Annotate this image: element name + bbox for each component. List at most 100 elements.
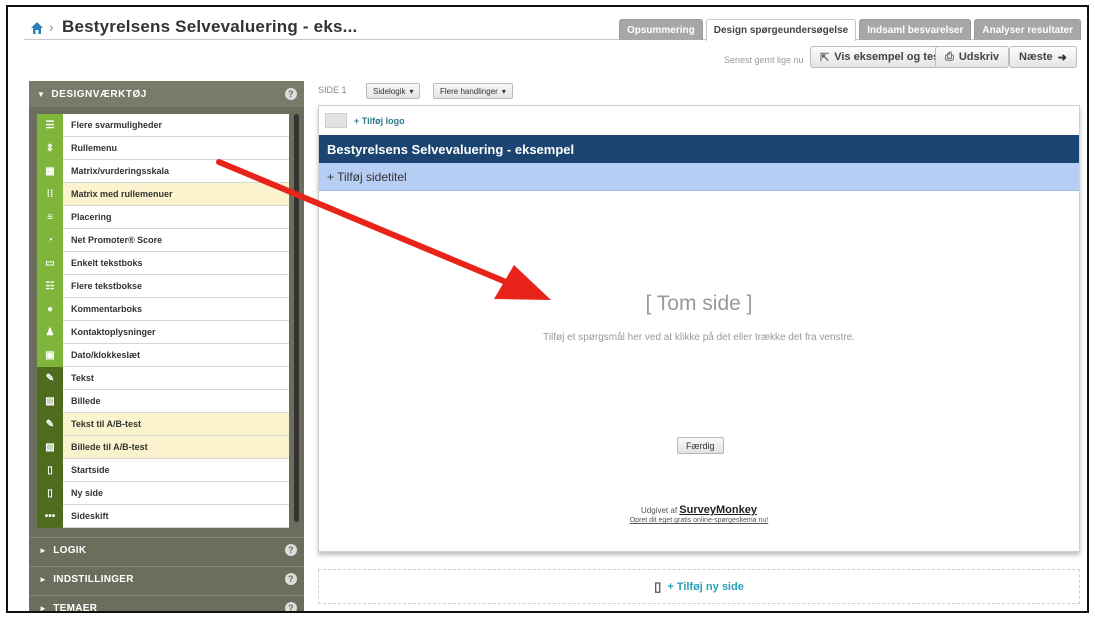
chevron-down-icon: ▾ — [501, 86, 506, 96]
tool-contact-info[interactable]: ♟ Kontaktoplysninger — [37, 320, 289, 344]
tool-label: Net Promoter® Score — [71, 235, 163, 245]
page-logic-label: Sidelogik — [373, 86, 406, 96]
ellipsis-icon: ••• — [37, 504, 63, 528]
tool-ranking[interactable]: ≡ Placering — [37, 205, 289, 229]
section-label: LOGIK — [53, 544, 87, 556]
tab-analyze-results[interactable]: Analyser resultater — [974, 19, 1081, 40]
tool-image-ab-test[interactable]: ▨ Billede til A/B-test — [37, 435, 289, 459]
add-new-page-label: + Tilføj ny side — [667, 580, 744, 593]
surveymonkey-link[interactable]: SurveyMonkey — [679, 504, 757, 516]
tool-comment-box[interactable]: ● Kommentarboks — [37, 297, 289, 321]
tool-label: Tekst — [71, 373, 94, 383]
page-title: Bestyrelsens Selvevaluering - eks... — [62, 17, 358, 36]
edit-icon: ✎ — [37, 412, 63, 436]
gauge-icon: ◔ — [37, 228, 63, 252]
tool-label: Matrix med rullemenuer — [71, 189, 173, 199]
section-themes[interactable]: ► TEMAER ? — [29, 595, 304, 613]
tab-design-survey[interactable]: Design spørgeundersøgelse — [705, 19, 857, 41]
tool-text[interactable]: ✎ Tekst — [37, 366, 289, 390]
image-icon: ▨ — [37, 389, 63, 413]
done-button[interactable]: Færdig — [677, 437, 724, 454]
add-logo-link[interactable]: + Tilføj logo — [354, 116, 405, 126]
arrow-right-icon: ➜ — [1057, 51, 1067, 64]
tab-summary[interactable]: Opsummering — [618, 19, 703, 40]
add-new-page-button[interactable]: ▯ + Tilføj ny side — [318, 569, 1080, 604]
tool-text-ab-test[interactable]: ✎ Tekst til A/B-test — [37, 412, 289, 436]
comment-icon: ● — [37, 297, 63, 321]
tool-label: Sideskift — [71, 511, 109, 521]
help-icon[interactable]: ? — [285, 88, 297, 100]
tool-page-break[interactable]: ••• Sideskift — [37, 504, 289, 528]
print-label: Udskriv — [958, 51, 1000, 63]
tab-collect-responses[interactable]: Indsaml besvarelser — [859, 19, 972, 40]
breadcrumb-separator: › — [49, 19, 54, 35]
tool-multiple-textboxes[interactable]: ☷ Flere tekstbokse — [37, 274, 289, 298]
next-button[interactable]: Næste ➜ — [1009, 46, 1077, 68]
section-settings[interactable]: ► INDSTILLINGER ? — [29, 566, 304, 591]
tool-label: Billede til A/B-test — [71, 442, 148, 452]
tool-net-promoter-score[interactable]: ◔ Net Promoter® Score — [37, 228, 289, 252]
empty-page-hint: Tilføj et spørgsmål her ved at klikke på… — [543, 332, 855, 343]
tool-label: Kommentarboks — [71, 304, 143, 314]
tool-label: Tekst til A/B-test — [71, 419, 142, 429]
textbox-icon: ▭ — [37, 251, 63, 275]
section-logic[interactable]: ► LOGIK ? — [29, 537, 304, 562]
grid-icon: ▦ — [37, 159, 63, 183]
tool-label: Enkelt tekstboks — [71, 258, 143, 268]
question-type-list: ☰ Flere svarmuligheder ⇕ Rullemenu ▦ Mat… — [37, 113, 289, 528]
help-icon[interactable]: ? — [285, 602, 297, 611]
preview-test-label: Vis eksempel og test — [834, 51, 943, 63]
section-label: TEMAER — [53, 602, 98, 613]
design-tools-panel: ▼ DESIGNVÆRKTØJ ? ☰ Flere svarmuligheder… — [29, 81, 304, 613]
more-actions-label: Flere handlinger — [440, 86, 498, 96]
help-icon[interactable]: ? — [285, 544, 297, 556]
tool-matrix-rating[interactable]: ▦ Matrix/vurderingsskala — [37, 159, 289, 183]
logo-row: + Tilføj logo — [319, 106, 1079, 135]
page-icon: ▯ — [37, 458, 63, 482]
more-actions-button[interactable]: Flere handlinger ▾ — [433, 83, 513, 99]
tool-date-time[interactable]: ▣ Dato/klokkeslæt — [37, 343, 289, 367]
published-by: Udgivet af SurveyMonkey — [319, 504, 1079, 516]
print-button[interactable]: ⎙ Udskriv — [935, 46, 1010, 68]
survey-title-bar[interactable]: Bestyrelsens Selvevaluering - eksempel — [319, 135, 1079, 163]
tool-label: Billede — [71, 396, 101, 406]
calendar-icon: ▣ — [37, 343, 63, 367]
tool-image[interactable]: ▨ Billede — [37, 389, 289, 413]
section-label: INDSTILLINGER — [53, 573, 134, 585]
create-own-survey-link[interactable]: Opret dit eget gratis online-spørgeskema… — [319, 517, 1079, 524]
image-icon: ▨ — [37, 435, 63, 459]
textboxes-icon: ☷ — [37, 274, 63, 298]
page-logic-button[interactable]: Sidelogik ▾ — [366, 83, 421, 99]
tool-start-page[interactable]: ▯ Startside — [37, 458, 289, 482]
tool-label: Dato/klokkeslæt — [71, 350, 141, 360]
tool-new-page[interactable]: ▯ Ny side — [37, 481, 289, 505]
external-link-icon: ⇱ — [820, 51, 830, 64]
matrix-dropdown-icon: ⁞⁞ — [37, 182, 63, 206]
home-icon[interactable] — [30, 21, 44, 35]
tool-label: Flere svarmuligheder — [71, 120, 163, 130]
list-icon: ☰ — [37, 113, 63, 137]
tool-multiple-choice[interactable]: ☰ Flere svarmuligheder — [37, 113, 289, 137]
next-label: Næste — [1019, 51, 1053, 63]
tool-single-textbox[interactable]: ▭ Enkelt tekstboks — [37, 251, 289, 275]
tool-label: Startside — [71, 465, 110, 475]
help-icon[interactable]: ? — [285, 573, 297, 585]
ranking-icon: ≡ — [37, 205, 63, 229]
person-icon: ♟ — [37, 320, 63, 344]
tool-dropdown[interactable]: ⇕ Rullemenu — [37, 136, 289, 160]
edit-icon: ✎ — [37, 366, 63, 390]
tool-label: Matrix/vurderingsskala — [71, 166, 170, 176]
page-icon: ▯ — [37, 481, 63, 505]
chevron-down-icon: ▾ — [409, 86, 414, 96]
published-by-label: Udgivet af — [641, 506, 678, 515]
printer-icon: ⎙ — [945, 50, 954, 63]
design-tools-header[interactable]: ▼ DESIGNVÆRKTØJ ? — [29, 81, 304, 107]
collapse-triangle-icon: ▼ — [37, 89, 46, 99]
main-tabs: Opsummering Design spørgeundersøgelse In… — [618, 19, 1081, 41]
preview-test-button[interactable]: ⇱ Vis eksempel og test — [810, 46, 953, 68]
add-page-title-bar[interactable]: + Tilføj sidetitel — [319, 163, 1079, 191]
tool-list-scrollbar[interactable] — [294, 114, 299, 522]
tool-matrix-dropdowns[interactable]: ⁞⁞ Matrix med rullemenuer — [37, 182, 289, 206]
tool-label: Flere tekstbokse — [71, 281, 143, 291]
page-icon: ▯ — [654, 578, 662, 594]
